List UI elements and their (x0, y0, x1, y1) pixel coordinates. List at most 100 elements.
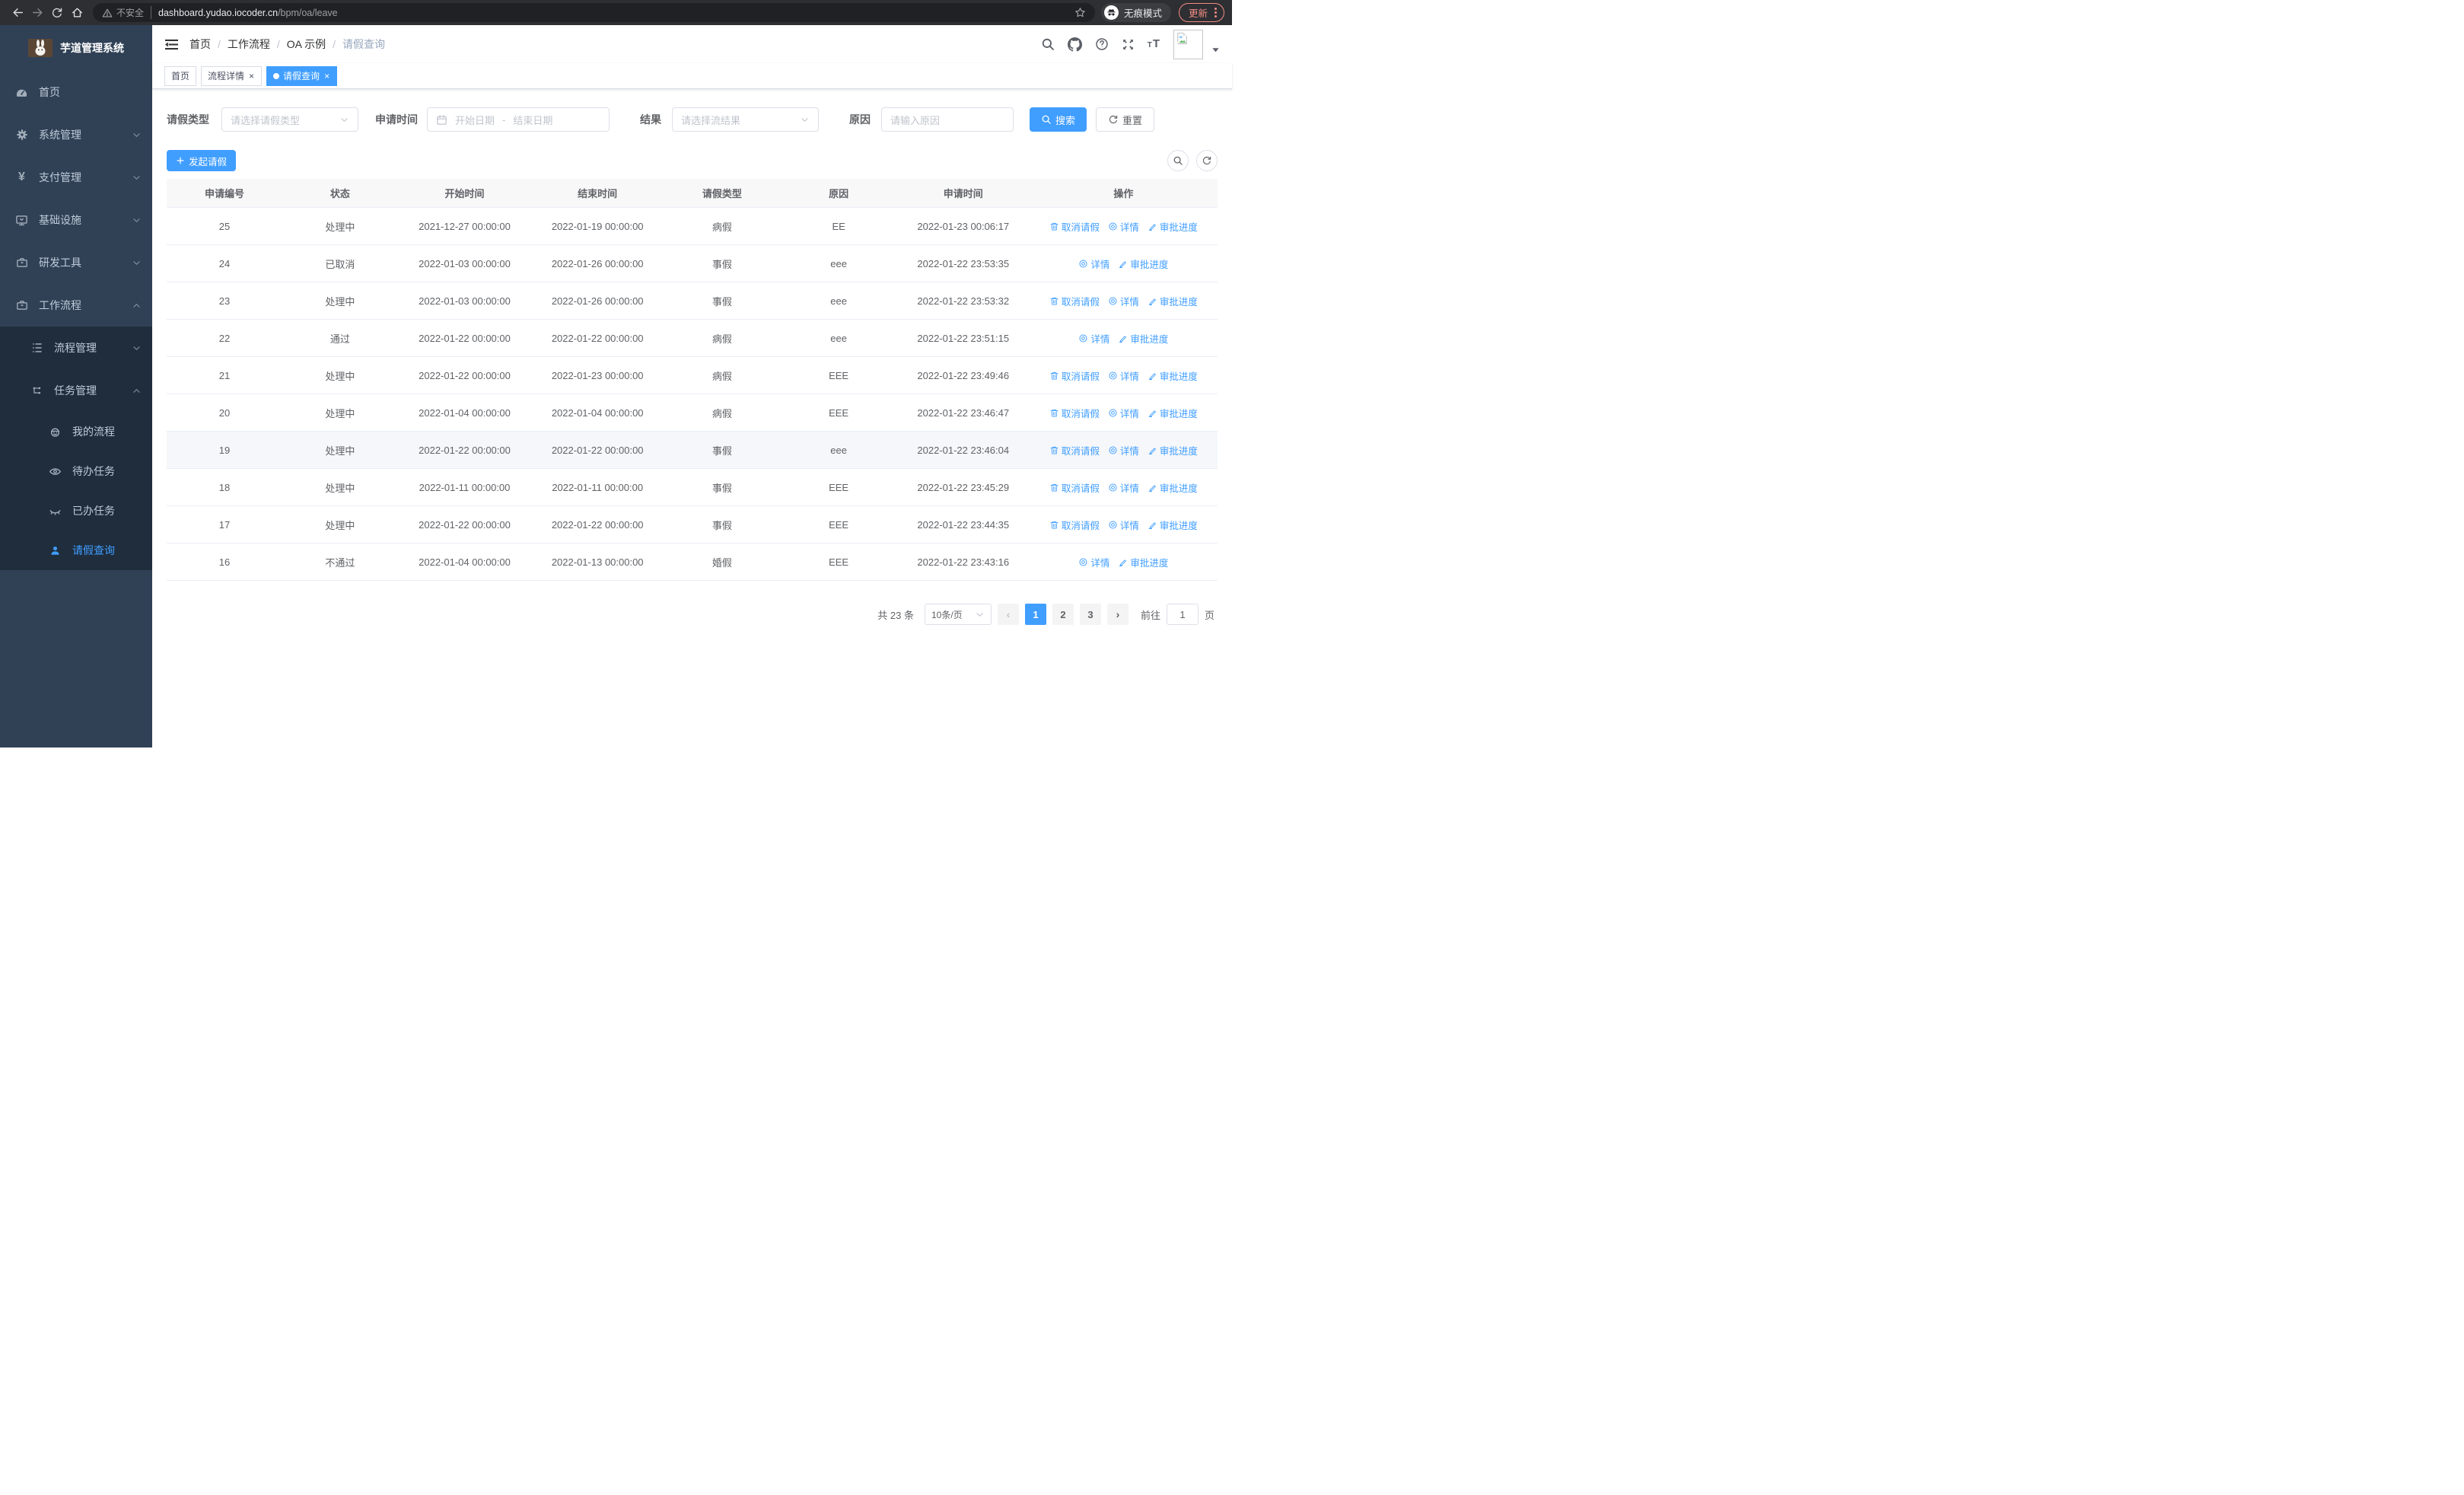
approval-progress-link[interactable]: 审批进度 (1148, 518, 1198, 532)
sidebar-item-todo-tasks[interactable]: 待办任务 (0, 451, 152, 491)
approval-progress-link[interactable]: 审批进度 (1118, 331, 1168, 346)
tab-leave-query[interactable]: 请假查询 × (266, 65, 338, 86)
page-button-2[interactable]: 2 (1052, 604, 1074, 625)
sidebar-item-leave-query[interactable]: 请假查询 (0, 531, 152, 570)
approval-progress-link[interactable]: 审批进度 (1148, 406, 1198, 420)
goto-page-input[interactable] (1166, 604, 1199, 625)
bookmark-star-icon[interactable] (1074, 7, 1086, 18)
breadcrumb-item[interactable]: 首页 (189, 37, 211, 52)
cancel-leave-link[interactable]: 取消请假 (1049, 294, 1100, 308)
page-button-3[interactable]: 3 (1079, 604, 1101, 625)
page-button-1[interactable]: 1 (1024, 604, 1046, 625)
row-actions: 取消请假 详情 审批进度 (1030, 368, 1218, 383)
next-page-button[interactable]: › (1106, 604, 1129, 625)
detail-link[interactable]: 详情 (1108, 368, 1139, 383)
table-row[interactable]: 21 处理中 2022-01-22 00:00:00 2022-01-23 00… (167, 357, 1218, 394)
approval-progress-link[interactable]: 审批进度 (1148, 443, 1198, 457)
table-row[interactable]: 22 通过 2022-01-22 00:00:00 2022-01-22 00:… (167, 320, 1218, 357)
cancel-leave-link[interactable]: 取消请假 (1049, 443, 1100, 457)
create-leave-button[interactable]: 发起请假 (167, 150, 237, 171)
detail-link[interactable]: 详情 (1078, 331, 1109, 346)
sidebar-item-process-mgmt[interactable]: 流程管理 (0, 327, 152, 369)
table-row[interactable]: 20 处理中 2022-01-04 00:00:00 2022-01-04 00… (167, 394, 1218, 432)
cancel-leave-link[interactable]: 取消请假 (1049, 480, 1100, 495)
cancel-leave-link[interactable]: 取消请假 (1049, 518, 1100, 532)
table-row[interactable]: 24 已取消 2022-01-03 00:00:00 2022-01-26 00… (167, 245, 1218, 282)
help-icon[interactable] (1095, 37, 1109, 51)
fullscreen-icon[interactable] (1122, 38, 1135, 51)
row-actions: 详情 审批进度 (1030, 555, 1218, 569)
leave-type-label: 请假类型 (167, 113, 209, 126)
sidebar-item-payment[interactable]: ¥ 支付管理 (0, 156, 152, 199)
sidebar-item-system[interactable]: 系统管理 (0, 113, 152, 156)
cell-status: 处理中 (325, 519, 355, 531)
sidebar-item-devtools[interactable]: 研发工具 (0, 241, 152, 284)
menu-kebab-icon[interactable] (1214, 8, 1217, 18)
leave-type-select[interactable]: 请选择请假类型 (221, 107, 358, 132)
forward-icon[interactable] (27, 3, 47, 23)
table-row[interactable]: 18 处理中 2022-01-11 00:00:00 2022-01-11 00… (167, 469, 1218, 506)
view-icon (1108, 483, 1118, 492)
user-menu-caret-icon[interactable] (1211, 46, 1220, 54)
detail-link[interactable]: 详情 (1108, 443, 1139, 457)
cancel-leave-link[interactable]: 取消请假 (1049, 368, 1100, 383)
toggle-search-button[interactable] (1167, 150, 1189, 171)
avatar[interactable] (1173, 29, 1203, 59)
tab-process-detail[interactable]: 流程详情 × (201, 65, 263, 86)
apply-time-range-input[interactable]: 开始日期 - 结束日期 (427, 107, 610, 132)
result-select[interactable]: 请选择流结果 (672, 107, 819, 132)
font-size-icon[interactable]: TT (1148, 37, 1160, 51)
refresh-icon (1202, 155, 1212, 166)
refresh-table-button[interactable] (1196, 150, 1218, 171)
detail-link[interactable]: 详情 (1108, 518, 1139, 532)
approval-progress-link[interactable]: 审批进度 (1118, 555, 1168, 569)
cell-leave-type: 事假 (712, 258, 732, 270)
reload-icon[interactable] (47, 3, 67, 23)
collapse-sidebar-icon[interactable] (164, 38, 179, 51)
approval-progress-link[interactable]: 审批进度 (1148, 480, 1198, 495)
home-icon[interactable] (67, 3, 87, 23)
sidebar-item-done-tasks[interactable]: 已办任务 (0, 491, 152, 531)
app-logo[interactable]: 芋道管理系统 (0, 25, 152, 71)
page-size-select[interactable]: 10条/页 (924, 604, 992, 625)
tab-home[interactable]: 首页 (164, 65, 197, 86)
address-bar[interactable]: 不安全 dashboard.yudao.iocoder.cn/bpm/oa/le… (93, 3, 1095, 22)
reason-input[interactable]: 请输入原因 (881, 107, 1014, 132)
sidebar-item-workflow[interactable]: 工作流程 (0, 284, 152, 327)
detail-link[interactable]: 详情 (1108, 219, 1139, 234)
approval-progress-link[interactable]: 审批进度 (1148, 294, 1198, 308)
detail-link[interactable]: 详情 (1108, 406, 1139, 420)
search-button[interactable]: 搜索 (1030, 107, 1087, 132)
trash-icon (1049, 520, 1059, 530)
breadcrumb-item[interactable]: OA 示例 (287, 37, 326, 52)
sidebar-item-task-mgmt[interactable]: 任务管理 (0, 369, 152, 412)
cell-apply-id: 24 (218, 257, 231, 269)
sidebar-item-home[interactable]: 首页 (0, 71, 152, 113)
prev-page-button[interactable]: ‹ (997, 604, 1019, 625)
detail-link[interactable]: 详情 (1108, 294, 1139, 308)
approval-progress-link[interactable]: 审批进度 (1148, 368, 1198, 383)
table-row[interactable]: 19 处理中 2022-01-22 00:00:00 2022-01-22 00… (167, 432, 1218, 469)
close-icon[interactable]: × (323, 72, 330, 81)
detail-link[interactable]: 详情 (1078, 257, 1109, 271)
detail-link[interactable]: 详情 (1078, 555, 1109, 569)
chevron-down-icon (339, 115, 349, 125)
close-icon[interactable]: × (248, 72, 255, 81)
table-row[interactable]: 16 不通过 2022-01-04 00:00:00 2022-01-13 00… (167, 543, 1218, 581)
sidebar-item-my-process[interactable]: 我的流程 (0, 412, 152, 451)
back-icon[interactable] (8, 3, 27, 23)
search-icon[interactable] (1041, 37, 1055, 51)
sidebar-item-infra[interactable]: 基础设施 (0, 199, 152, 241)
cancel-leave-link[interactable]: 取消请假 (1049, 406, 1100, 420)
reset-button[interactable]: 重置 (1096, 107, 1155, 132)
breadcrumb-item[interactable]: 工作流程 (228, 37, 270, 52)
table-row[interactable]: 17 处理中 2022-01-22 00:00:00 2022-01-22 00… (167, 506, 1218, 543)
update-button[interactable]: 更新 (1178, 3, 1224, 22)
table-row[interactable]: 23 处理中 2022-01-03 00:00:00 2022-01-26 00… (167, 282, 1218, 320)
github-icon[interactable] (1067, 37, 1082, 52)
detail-link[interactable]: 详情 (1108, 480, 1139, 495)
cancel-leave-link[interactable]: 取消请假 (1049, 219, 1100, 234)
table-row[interactable]: 25 处理中 2021-12-27 00:00:00 2022-01-19 00… (167, 208, 1218, 245)
approval-progress-link[interactable]: 审批进度 (1118, 257, 1168, 271)
approval-progress-link[interactable]: 审批进度 (1148, 219, 1198, 234)
